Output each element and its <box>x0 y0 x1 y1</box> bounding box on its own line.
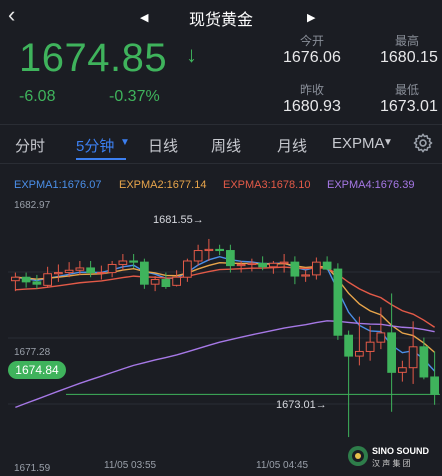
svg-text:SINO SOUND: SINO SOUND <box>372 446 430 456</box>
y-axis-bottom-label: 1671.59 <box>14 463 51 474</box>
candle <box>140 258 149 289</box>
low-annotation: 1673.01→ <box>276 399 327 411</box>
candle-body <box>107 263 117 274</box>
candle <box>21 272 31 288</box>
current-price-tag: 1674.84 <box>8 361 66 379</box>
candle-body <box>398 367 407 373</box>
candle-body <box>269 262 278 268</box>
candle <box>279 254 289 273</box>
candle <box>322 256 332 271</box>
candle <box>408 321 418 384</box>
candle-body <box>355 350 364 357</box>
candle <box>419 337 429 380</box>
candle-body <box>86 267 95 274</box>
candle <box>215 244 224 256</box>
candle-body <box>32 281 42 285</box>
candle-body <box>183 260 192 278</box>
candle-body <box>258 262 267 268</box>
candle <box>312 257 321 280</box>
candle-body <box>21 276 31 283</box>
expma-line-1 <box>15 256 436 372</box>
high-annotation: 1681.55→ <box>153 214 204 226</box>
candle <box>150 276 160 292</box>
candle-body <box>43 273 52 286</box>
candle-body <box>247 262 257 265</box>
candle <box>204 238 214 261</box>
candle <box>32 274 42 289</box>
y-axis-mid-label: 1677.28 <box>14 347 51 358</box>
candle-body <box>344 334 353 357</box>
candle-body <box>215 248 224 252</box>
candle <box>11 272 20 292</box>
candle-body <box>279 261 289 264</box>
candle-body <box>387 332 396 373</box>
candle-body <box>118 260 128 265</box>
candle <box>247 258 257 272</box>
candle <box>97 265 106 280</box>
candle <box>398 360 407 382</box>
candle-body <box>419 346 429 378</box>
x-axis-label-1: 11/05 03:55 <box>104 460 157 471</box>
candle-body <box>312 261 321 276</box>
candle-body <box>150 279 160 285</box>
candle-body <box>193 250 203 262</box>
candle-body <box>365 341 375 352</box>
candle-body <box>408 346 418 369</box>
candle-body <box>322 261 332 270</box>
candle-body <box>290 261 300 277</box>
candle-body <box>75 267 85 271</box>
candle <box>172 270 181 287</box>
candle-body <box>333 268 343 336</box>
candle <box>290 256 300 285</box>
candle <box>107 260 117 278</box>
candle-body <box>129 260 138 263</box>
candle-body <box>140 261 149 285</box>
candle <box>430 351 439 405</box>
candle-body <box>204 248 214 252</box>
candle-body <box>236 263 246 267</box>
expma-line-3 <box>15 266 436 328</box>
candle-body <box>301 274 310 277</box>
candle <box>333 263 343 340</box>
sino-sound-logo: SINO SOUND 汉 声 集 团 <box>348 446 430 468</box>
candle-body <box>376 332 386 343</box>
candle-body <box>11 276 20 282</box>
candle-body <box>172 276 181 286</box>
candle <box>344 330 353 438</box>
candle <box>43 266 52 288</box>
candle-body <box>161 279 171 287</box>
x-axis-label-2: 11/05 04:45 <box>256 460 309 471</box>
candle-body <box>97 272 106 275</box>
candlestick-chart[interactable] <box>0 0 442 476</box>
candle-body <box>226 250 235 267</box>
svg-text:汉 声 集 团: 汉 声 集 团 <box>372 458 411 468</box>
expma-line-2 <box>15 261 436 353</box>
candle-body <box>54 272 63 275</box>
candle <box>54 264 63 282</box>
y-axis-top-label: 1682.97 <box>14 200 51 211</box>
candle <box>193 244 203 266</box>
candle-body <box>430 376 439 395</box>
candle <box>183 258 192 282</box>
candle-body <box>64 269 74 274</box>
